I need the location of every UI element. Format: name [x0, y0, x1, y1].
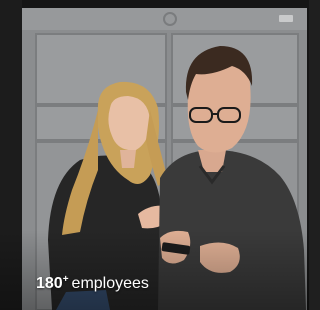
team-photo-card: 180+ employees	[0, 0, 309, 310]
employee-count-label: employees	[71, 275, 149, 292]
employee-count-suffix: +	[62, 274, 69, 285]
employee-count-caption: 180+ employees	[36, 270, 149, 294]
employee-count-number: 180	[36, 275, 63, 292]
team-photo	[0, 0, 309, 310]
